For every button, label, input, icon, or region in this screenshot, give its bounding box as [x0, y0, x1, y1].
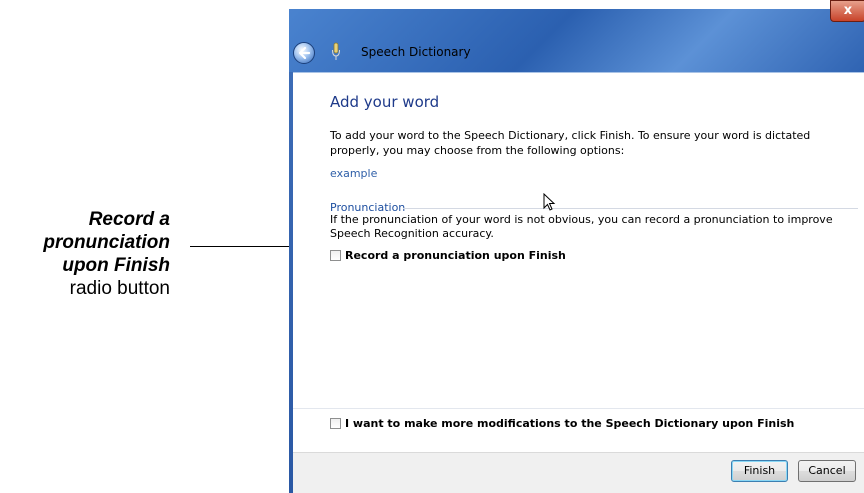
callout-line-2: pronunciation [43, 232, 170, 253]
more-modifications-checkbox[interactable] [330, 418, 341, 429]
mouse-pointer-icon [543, 193, 556, 211]
microphone-icon [332, 42, 340, 60]
content-divider [293, 408, 864, 409]
cancel-button[interactable]: Cancel [798, 460, 856, 482]
callout-annotation: Record a pronunciation upon Finish radio… [0, 208, 170, 300]
word-text: example [330, 167, 378, 180]
dialog-footer: Finish Cancel [293, 452, 864, 493]
callout-line-1: Record a [88, 209, 170, 230]
back-arrow-icon[interactable] [293, 42, 315, 64]
page-heading: Add your word [330, 93, 440, 111]
more-modifications-label[interactable]: I want to make more modifications to the… [345, 417, 794, 430]
record-pronunciation-option[interactable]: Record a pronunciation upon Finish [330, 249, 566, 262]
group-divider [403, 208, 858, 209]
callout-line-4: radio button [69, 278, 170, 299]
callout-line-3: upon Finish [62, 255, 170, 276]
dialog-content: Add your word To add your word to the Sp… [293, 72, 864, 493]
speech-dictionary-window: x Speech Dictionary Add your word To add… [289, 0, 864, 493]
close-button[interactable]: x [830, 0, 864, 22]
window-title: Speech Dictionary [361, 45, 471, 59]
record-pronunciation-checkbox[interactable] [330, 250, 341, 261]
more-modifications-option[interactable]: I want to make more modifications to the… [330, 417, 794, 430]
intro-text: To add your word to the Speech Dictionar… [330, 129, 811, 157]
title-bar: x Speech Dictionary [289, 0, 864, 72]
finish-button[interactable]: Finish [731, 460, 788, 482]
pronunciation-description: If the pronunciation of your word is not… [330, 213, 833, 240]
record-pronunciation-label[interactable]: Record a pronunciation upon Finish [345, 249, 566, 262]
